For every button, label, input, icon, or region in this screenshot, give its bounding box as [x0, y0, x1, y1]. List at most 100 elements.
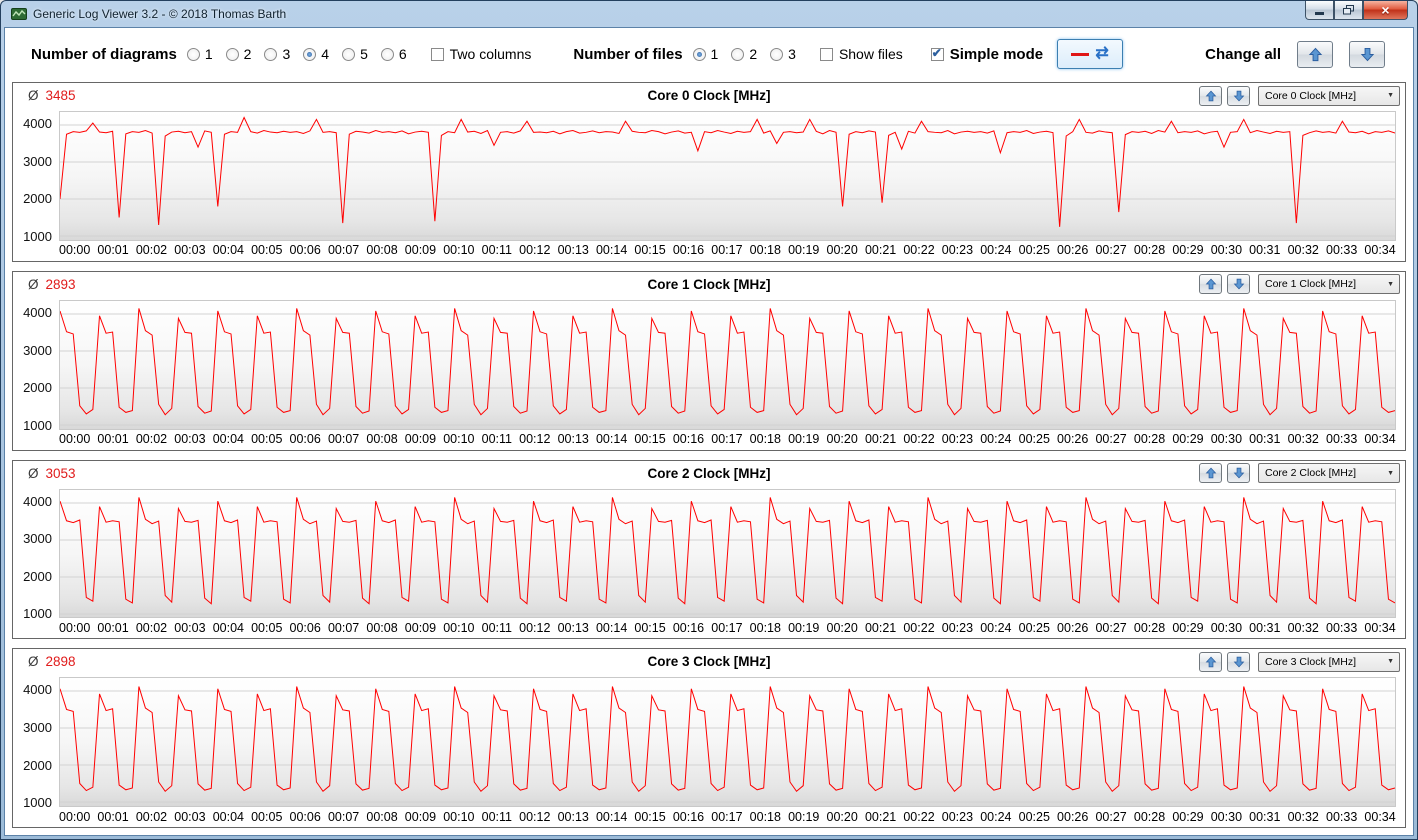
panel-controls: Core 2 Clock [MHz] ▼ — [1199, 463, 1400, 483]
diagram-count-option-4[interactable]: 4 — [303, 46, 329, 62]
x-tick-label: 00:01 — [97, 620, 129, 635]
chart-area: 4000 3000 2000 1000 — [13, 297, 1405, 432]
move-diagram-up-button[interactable] — [1199, 85, 1222, 106]
metric-dropdown[interactable]: Core 1 Clock [MHz] ▼ — [1258, 274, 1400, 295]
x-tick-label: 00:11 — [481, 620, 512, 635]
chart-panel: Ø 3053 Core 2 Clock [MHz] Core 2 Clock [… — [12, 459, 1406, 640]
titlebar[interactable]: Generic Log Viewer 3.2 - © 2018 Thomas B… — [4, 1, 1414, 27]
y-tick-label: 3000 — [23, 531, 52, 547]
move-diagram-up-button[interactable] — [1199, 651, 1222, 672]
checkbox-icon[interactable] — [930, 46, 944, 61]
file-count-option-2[interactable]: 2 — [731, 46, 757, 62]
move-diagram-down-button[interactable] — [1227, 651, 1250, 672]
x-tick-label: 00:23 — [941, 620, 974, 635]
metric-dropdown[interactable]: Core 2 Clock [MHz] ▼ — [1258, 463, 1400, 483]
toolbar: Number of diagrams 1 2 3 4 5 6 Two columns Nu… — [5, 28, 1413, 80]
metric-dropdown-value: Core 0 Clock [MHz] — [1265, 89, 1357, 102]
simple-mode-checkbox[interactable]: Simple mode — [930, 46, 1043, 63]
y-axis: 4000 3000 2000 1000 — [13, 489, 59, 621]
y-tick-label: 1000 — [23, 228, 52, 244]
metric-dropdown[interactable]: Core 3 Clock [MHz] ▼ — [1258, 651, 1400, 672]
y-tick-label: 4000 — [23, 682, 52, 698]
files-count-label: Number of files — [573, 45, 683, 63]
x-tick-label: 00:15 — [634, 432, 666, 446]
radio-button-icon[interactable] — [186, 47, 200, 61]
move-diagram-up-button[interactable] — [1199, 463, 1222, 483]
x-tick-label: 00:02 — [135, 809, 168, 824]
x-tick-label: 00:24 — [980, 620, 1012, 635]
window-title: Generic Log Viewer 3.2 - © 2018 Thomas B… — [33, 7, 287, 21]
change-all-down-button[interactable] — [1349, 40, 1385, 68]
checkbox-icon[interactable] — [430, 47, 444, 61]
change-all-up-button[interactable] — [1297, 40, 1333, 68]
x-tick-label: 00:34 — [1364, 809, 1396, 824]
restore-button[interactable] — [1334, 1, 1363, 20]
x-tick-label: 00:24 — [980, 243, 1012, 258]
show-files-checkbox[interactable]: Show files — [819, 46, 903, 62]
x-tick-label: 00:29 — [1172, 432, 1204, 446]
x-tick-label: 00:22 — [903, 620, 935, 635]
line-chart — [60, 112, 1395, 240]
radio-button-icon[interactable] — [770, 47, 784, 61]
x-axis: 00:00 00:01 00:02 00:03 00:04 00:05 00:06 00:07… — [59, 618, 1396, 637]
x-tick-label: 00:15 — [634, 809, 666, 824]
metric-dropdown-value: Core 1 Clock [MHz] — [1265, 278, 1357, 291]
radio-button-icon[interactable] — [380, 47, 394, 61]
x-axis: 00:00 00:01 00:02 00:03 00:04 00:05 00:06 00:07… — [59, 807, 1396, 826]
average-symbol: Ø — [28, 465, 39, 481]
x-tick-label: 00:01 — [97, 243, 129, 258]
x-tick-label: 00:03 — [174, 432, 206, 446]
file-count-option-3[interactable]: 3 — [770, 46, 796, 62]
x-tick-label: 00:08 — [366, 243, 398, 258]
panel-controls: Core 0 Clock [MHz] ▼ — [1199, 85, 1400, 106]
radio-button-icon[interactable] — [303, 47, 317, 61]
file-count-radio-group: 1 2 3 — [692, 46, 796, 62]
x-tick-label: 00:25 — [1018, 432, 1050, 446]
radio-button-icon[interactable] — [264, 47, 278, 61]
y-axis: 4000 3000 2000 1000 — [13, 300, 59, 432]
chart-area: 4000 3000 2000 1000 — [13, 108, 1405, 244]
radio-label: 3 — [788, 46, 796, 62]
diagram-count-option-6[interactable]: 6 — [380, 46, 407, 62]
average-readout: Ø 3053 — [13, 466, 76, 481]
restore-icon — [1343, 5, 1354, 15]
x-tick-label: 00:12 — [519, 809, 551, 824]
y-tick-label: 2000 — [23, 191, 52, 207]
move-diagram-down-button[interactable] — [1227, 85, 1250, 106]
y-tick-label: 2000 — [23, 757, 52, 773]
minimize-button[interactable] — [1305, 1, 1334, 20]
x-tick-label: 00:19 — [788, 432, 820, 446]
x-tick-label: 00:08 — [366, 809, 398, 824]
x-tick-label: 00:14 — [595, 809, 628, 824]
diagram-count-option-1[interactable]: 1 — [186, 46, 213, 62]
x-tick-label: 00:32 — [1287, 432, 1319, 446]
panel-title: Core 2 Clock [MHz] — [647, 465, 771, 481]
radio-button-icon[interactable] — [342, 47, 356, 61]
y-axis: 4000 3000 2000 1000 — [13, 111, 59, 244]
x-tick-label: 00:21 — [864, 620, 897, 635]
x-tick-label: 00:10 — [443, 432, 475, 446]
radio-button-icon[interactable] — [731, 47, 745, 61]
checkbox-icon[interactable] — [819, 47, 833, 61]
two-columns-checkbox[interactable]: Two columns — [430, 46, 531, 62]
y-tick-label: 2000 — [23, 380, 52, 396]
radio-button-icon[interactable] — [692, 47, 706, 61]
x-tick-label: 00:26 — [1057, 243, 1089, 258]
x-tick-label: 00:02 — [135, 243, 168, 258]
diagram-count-option-5[interactable]: 5 — [342, 46, 368, 62]
x-tick-label: 00:11 — [481, 432, 512, 446]
down-arrow-icon — [1360, 47, 1374, 61]
file-count-option-1[interactable]: 1 — [692, 46, 718, 62]
line-style-refresh-button[interactable]: ⇄ — [1057, 39, 1124, 69]
diagram-count-option-3[interactable]: 3 — [264, 46, 290, 62]
metric-dropdown[interactable]: Core 0 Clock [MHz] ▼ — [1258, 85, 1400, 106]
move-diagram-down-button[interactable] — [1227, 274, 1250, 295]
move-diagram-up-button[interactable] — [1199, 274, 1222, 295]
x-tick-label: 00:34 — [1364, 620, 1396, 635]
chart-area: 4000 3000 2000 1000 — [13, 674, 1405, 810]
move-diagram-down-button[interactable] — [1227, 463, 1250, 483]
diagram-count-option-2[interactable]: 2 — [225, 46, 251, 62]
close-button[interactable]: × — [1363, 1, 1408, 20]
y-tick-label: 2000 — [23, 568, 52, 584]
radio-button-icon[interactable] — [225, 47, 239, 61]
